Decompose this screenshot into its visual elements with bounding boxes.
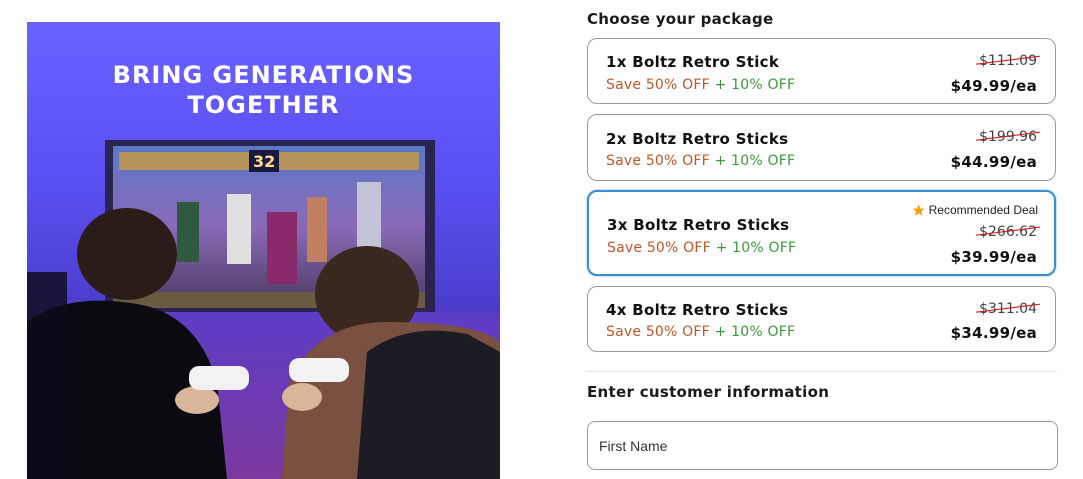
package-name: 3x Boltz Retro Sticks	[607, 216, 790, 234]
package-discount: Save 50% OFF + 10% OFF	[607, 240, 796, 256]
package-name: 4x Boltz Retro Sticks	[606, 301, 789, 319]
badge-label: Recommended Deal	[928, 203, 1038, 217]
first-name-field[interactable]	[587, 421, 1058, 470]
original-price: $111.09	[976, 53, 1041, 69]
svg-text:32: 32	[253, 152, 275, 171]
package-name: 2x Boltz Retro Sticks	[606, 130, 789, 148]
package-price: $39.99/ea	[950, 248, 1037, 266]
package-option-1x[interactable]: 1x Boltz Retro Stick Save 50% OFF + 10% …	[587, 38, 1056, 104]
package-discount: Save 50% OFF + 10% OFF	[606, 153, 795, 169]
package-discount: Save 50% OFF + 10% OFF	[606, 77, 795, 93]
package-discount: Save 50% OFF + 10% OFF	[606, 324, 795, 340]
strikethrough-line	[976, 226, 1041, 236]
save-discount-text: Save 50% OFF	[606, 77, 710, 93]
section-divider	[587, 371, 1057, 372]
package-section-title: Choose your package	[587, 10, 774, 28]
package-option-2x[interactable]: 2x Boltz Retro Sticks Save 50% OFF + 10%…	[587, 114, 1056, 181]
strikethrough-line	[976, 131, 1041, 141]
product-hero-image: 32 BRING GENERATIONS TOGETHER	[27, 22, 500, 479]
save-discount-text: Save 50% OFF	[606, 153, 710, 169]
package-name: 1x Boltz Retro Stick	[606, 53, 780, 71]
save-discount-text: Save 50% OFF	[606, 324, 710, 340]
package-price: $34.99/ea	[950, 324, 1037, 342]
original-price: $311.04	[976, 301, 1041, 317]
original-price: $199.96	[976, 129, 1041, 145]
extra-discount-text: + 10% OFF	[714, 153, 796, 169]
extra-discount-text: + 10% OFF	[714, 77, 796, 93]
strikethrough-line	[976, 55, 1041, 65]
package-price: $44.99/ea	[950, 153, 1037, 171]
strikethrough-line	[976, 303, 1041, 313]
save-discount-text: Save 50% OFF	[607, 240, 711, 256]
star-icon	[912, 204, 924, 216]
extra-discount-text: + 10% OFF	[714, 324, 796, 340]
extra-discount-text: + 10% OFF	[715, 240, 797, 256]
hero-headline: BRING GENERATIONS TOGETHER	[27, 60, 500, 120]
hero-headline-line1: BRING GENERATIONS	[112, 61, 415, 89]
package-price: $49.99/ea	[950, 77, 1037, 95]
package-option-4x[interactable]: 4x Boltz Retro Sticks Save 50% OFF + 10%…	[587, 286, 1056, 352]
original-price: $266.62	[976, 224, 1041, 240]
customer-section-title: Enter customer information	[587, 383, 830, 401]
recommended-deal-badge: Recommended Deal	[912, 203, 1038, 217]
package-option-3x[interactable]: Recommended Deal 3x Boltz Retro Sticks S…	[587, 190, 1056, 276]
hero-headline-line2: TOGETHER	[187, 91, 340, 119]
